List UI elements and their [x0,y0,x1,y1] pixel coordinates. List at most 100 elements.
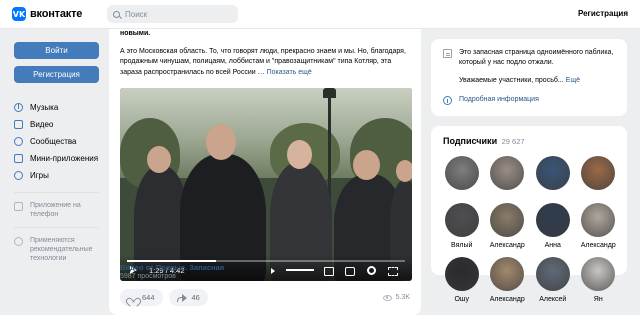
video-frame-face [147,146,171,173]
info-icon [14,237,23,246]
video-title-link[interactable]: Видео от Правые. Запасная [120,263,224,272]
subscriber-name: Ян [593,296,603,303]
subscriber-item[interactable] [576,156,622,195]
sidebar-item-apps[interactable]: Мини-приложения [14,150,99,167]
share-button[interactable]: 46 [168,289,208,306]
phone-icon [14,202,23,211]
share-icon [176,293,187,302]
avatar[interactable] [581,203,616,237]
avatar[interactable] [535,156,570,190]
subscribers-card: Подписчики 29 627 Вялый Александр Анна Алек… [431,126,627,303]
video-frame-face [206,124,236,160]
top-bar: VK вконтакте Регистрация [0,0,640,29]
post-text-top: новыми. [120,30,151,37]
description-line-2: Уважаемые участники, просьб... Ещё [459,76,615,86]
video-frame-face [287,140,312,169]
description-more-link[interactable]: Ещё [566,77,580,84]
subscribers-grid: Вялый Александр Анна Александр Ошу Александр А… [439,156,621,303]
volume-icon[interactable] [271,268,275,274]
recommend-note[interactable]: Применяются рекомендательные технологии [14,236,99,263]
subtitles-icon[interactable] [345,267,355,276]
subscriber-item[interactable]: Ошу [439,257,485,303]
like-count: 644 [142,293,155,302]
subscriber-item[interactable] [485,156,531,195]
sidebar-item-groups[interactable]: Сообщества [14,133,99,150]
subscriber-item[interactable]: Вялый [439,203,485,249]
subscriber-name: Вялый [451,242,473,249]
subscriber-name: Анна [544,242,561,249]
app-promo[interactable]: Приложение на телефон [14,201,99,219]
video-player[interactable]: 1:29 / 4:42 [120,88,412,281]
subscriber-item[interactable]: Александр [485,203,531,249]
login-button[interactable]: Войти [14,42,99,59]
gear-icon[interactable] [367,266,376,275]
groups-icon [14,137,23,146]
subscribers-title-text: Подписчики [443,136,498,146]
volume-slider[interactable] [286,269,314,271]
post-text: новыми. А это Московская область. То, чт… [120,29,412,78]
app-promo-text: Приложение на телефон [30,202,81,218]
details-row[interactable]: Подробная информация [443,95,539,105]
subscriber-item[interactable]: Александр [485,257,531,303]
vk-logo[interactable]: VK вконтакте [12,7,82,21]
video-icon [14,120,23,129]
subscribers-title[interactable]: Подписчики 29 627 [443,136,525,146]
like-button[interactable]: 644 [120,289,163,306]
search-input[interactable] [125,9,225,19]
subscriber-name: Александр [489,296,525,303]
subscriber-item[interactable]: Александр [576,203,622,249]
avatar[interactable] [444,203,479,237]
brand-name: вконтакте [30,8,83,20]
sidebar-item-label: Сообщества [30,137,77,146]
video-frame-face [353,150,380,180]
avatar[interactable] [535,203,570,237]
sidebar-item-music[interactable]: Музыка [14,99,99,116]
subscriber-item[interactable]: Алексей [530,257,576,303]
search-box[interactable] [107,5,238,23]
sidebar-item-video[interactable]: Видео [14,116,99,133]
heart-icon [128,294,137,302]
community-description-text: Это запасная страница одноимённого пабли… [459,48,615,86]
miniplayer-icon[interactable] [324,267,334,276]
avatar[interactable] [581,156,616,190]
subscriber-name: Ошу [454,296,470,303]
vk-logo-icon: VK [12,7,26,21]
document-icon [443,49,452,58]
share-count: 46 [191,293,200,302]
subscriber-name: Александр [580,242,616,249]
recommend-note-text: Применяются рекомендательные технологии [30,237,93,262]
description-truncated: Уважаемые участники, просьб... [459,77,564,84]
sidebar-divider [14,192,99,193]
search-icon [113,10,120,18]
details-link[interactable]: Подробная информация [459,95,539,105]
post-actions: 644 46 [120,289,208,306]
post-text-body-wrap: А это Московская область. То, что говоря… [120,47,412,79]
sidebar-item-label: Мини-приложения [30,154,99,163]
avatar[interactable] [490,257,525,291]
community-info-card: Это запасная страница одноимённого пабли… [431,39,627,116]
avatar[interactable] [581,257,616,291]
video-progress-bar[interactable] [127,260,405,262]
subscriber-item[interactable] [530,156,576,195]
left-sidebar: Войти Регистрация Музыка Видео Сообществ… [14,42,99,263]
fullscreen-icon[interactable] [388,267,398,276]
avatar[interactable] [490,203,525,237]
subscriber-item[interactable] [439,156,485,195]
avatar[interactable] [535,257,570,291]
register-button[interactable]: Регистрация [14,66,99,83]
views-count: 5.3K [395,294,410,301]
header-register-link[interactable]: Регистрация [578,9,628,18]
video-frame-face [396,160,412,182]
subscriber-item[interactable]: Ян [576,257,622,303]
sidebar-item-games[interactable]: Игры [14,167,99,184]
subscribers-count: 29 627 [501,137,525,146]
community-description: Это запасная страница одноимённого пабли… [443,48,615,86]
wall-post: новыми. А это Московская область. То, чт… [109,29,421,315]
avatar[interactable] [490,156,525,190]
text-ellipsis: … [257,68,267,76]
show-more-link[interactable]: Показать ещё [267,69,312,76]
avatar[interactable] [444,257,479,291]
avatar[interactable] [444,156,479,190]
subscriber-item[interactable]: Анна [530,203,576,249]
subscriber-name: Алексей [539,296,567,303]
